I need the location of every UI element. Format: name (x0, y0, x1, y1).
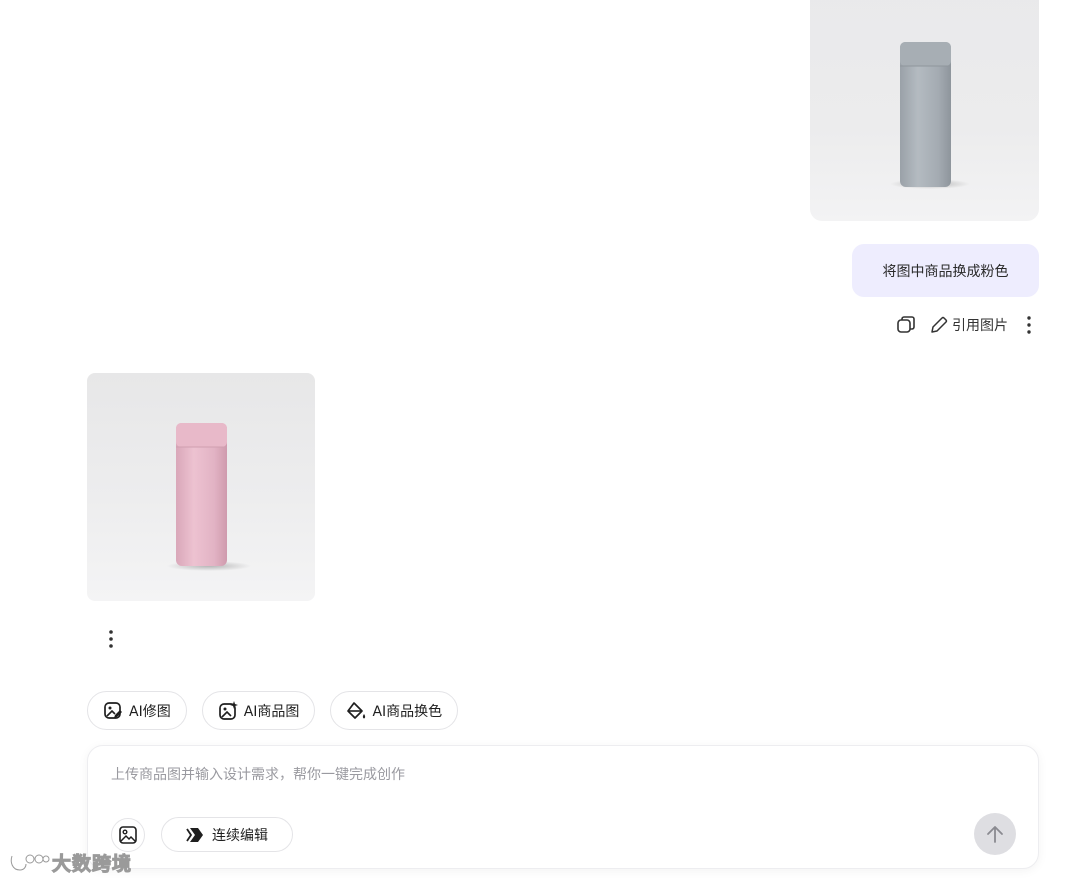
image-sparkle-icon (218, 700, 238, 720)
user-message-bubble: 将图中商品换成粉色 (852, 244, 1039, 297)
tool-shortcuts: AI修图 AI商品图 AI商品换色 (87, 691, 459, 730)
grey-bottle-illustration (890, 42, 970, 189)
more-vertical-icon (1027, 316, 1031, 334)
quote-image-button[interactable]: 引用图片 (929, 315, 1008, 335)
message-actions: 引用图片 (895, 312, 1038, 338)
arrow-up-icon (987, 826, 1003, 843)
copy-icon (897, 316, 915, 333)
uploaded-product-image[interactable] (810, 0, 1039, 221)
watermark-text: 大数跨境 (51, 853, 133, 876)
tool-label: AI商品换色 (372, 703, 443, 720)
user-message-text: 将图中商品换成粉色 (882, 263, 1009, 280)
ai-product-recolor-button[interactable]: AI商品换色 (330, 691, 459, 730)
tool-label: AI商品图 (243, 703, 300, 720)
ai-product-image-button[interactable]: AI商品图 (201, 691, 316, 730)
continuous-edit-icon (186, 827, 203, 842)
more-options-button[interactable] (1020, 314, 1038, 336)
prompt-composer: 连续编辑 (87, 745, 1039, 869)
prompt-input[interactable] (111, 764, 991, 786)
pink-bottle-illustration (167, 423, 251, 571)
paint-bucket-icon (347, 701, 366, 719)
more-vertical-icon (109, 630, 113, 648)
continuous-edit-button[interactable]: 连续编辑 (161, 817, 293, 852)
image-edit-icon (104, 701, 122, 719)
image-upload-icon (119, 826, 137, 844)
result-more-options-button[interactable] (100, 627, 122, 651)
generated-product-image[interactable] (87, 373, 315, 601)
tool-label: AI修图 (129, 703, 171, 720)
chat-page: 将图中商品换成粉色 引用图片 AI修图 AI商品图 AI商品换色 上传商品图并输… (0, 0, 1080, 883)
watermark: 大数跨境 (8, 849, 132, 876)
pencil-icon (931, 316, 948, 333)
ai-retouch-button[interactable]: AI修图 (87, 691, 187, 730)
watermark-logo-icon (9, 854, 50, 872)
upload-image-button[interactable] (111, 818, 145, 852)
quote-image-label: 引用图片 (952, 318, 1008, 334)
send-button[interactable] (974, 813, 1016, 855)
continuous-edit-label: 连续编辑 (212, 827, 268, 844)
copy-button[interactable] (895, 314, 917, 336)
